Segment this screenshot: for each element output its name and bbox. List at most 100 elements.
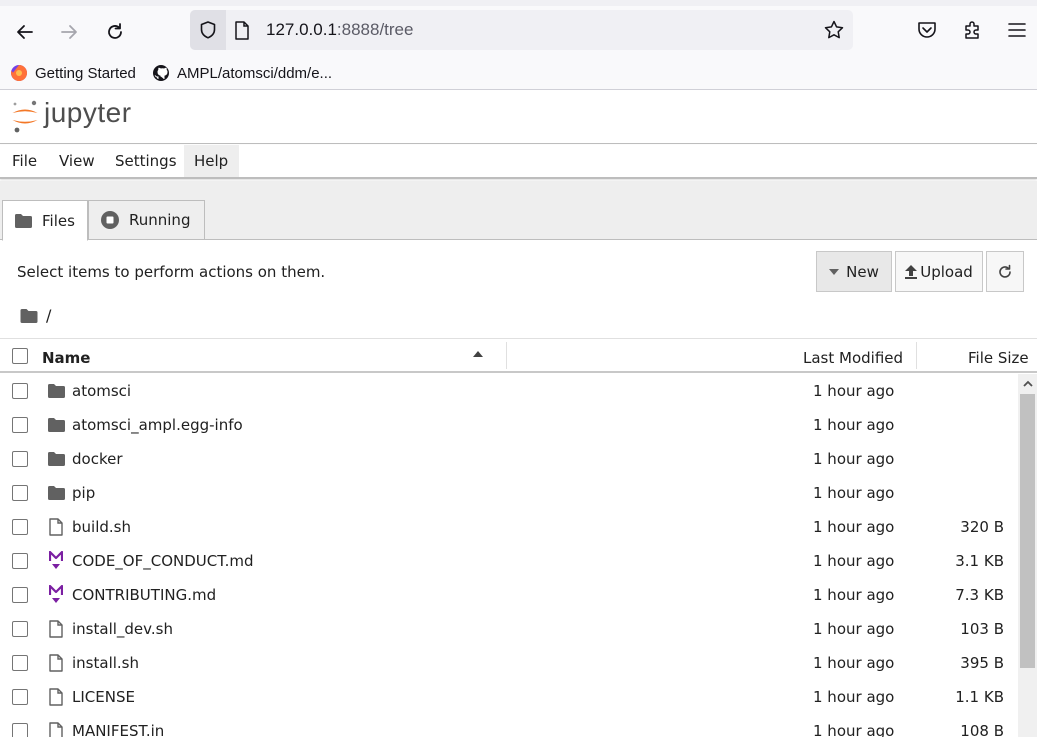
refresh-button[interactable] [986,251,1024,292]
browser-navbar: 127.0.0.1:8888/tree [0,6,1037,58]
file-size: 320 B [960,518,1004,536]
row-checkbox[interactable] [12,621,28,637]
page-icon [235,21,249,40]
file-row[interactable]: install_dev.sh 1 hour ago 103 B [0,612,1018,646]
jupyter-header: jupyter [0,91,1037,144]
tab-label: Running [129,211,191,229]
select-all-checkbox[interactable] [12,348,28,364]
tracking-protection-button[interactable] [190,10,226,50]
reload-button[interactable] [99,18,131,46]
file-size: 108 B [960,722,1004,737]
row-checkbox[interactable] [12,655,28,671]
bookmarks-toolbar: Getting Started AMPL/atomsci/ddm/e... [0,58,1037,90]
row-checkbox[interactable] [12,723,28,737]
file-name[interactable]: build.sh [72,518,131,536]
breadcrumb-root[interactable]: / [46,306,51,325]
address-bar[interactable]: 127.0.0.1:8888/tree [190,10,853,50]
new-dropdown-button[interactable]: New [816,251,892,292]
file-icon [46,517,66,537]
file-name[interactable]: LICENSE [72,688,135,706]
file-name[interactable]: CODE_OF_CONDUCT.md [72,552,254,570]
caret-down-icon [829,268,840,275]
tab-bar: Files Running [0,181,1037,241]
firefox-icon [11,64,28,81]
file-row[interactable]: docker 1 hour ago [0,442,1018,476]
row-checkbox[interactable] [12,417,28,433]
file-name[interactable]: docker [72,450,123,468]
file-name[interactable]: MANIFEST.in [72,722,164,737]
shield-icon [200,21,216,39]
jupyter-wordmark: jupyter [44,97,132,128]
menu-help[interactable]: Help [184,145,239,177]
upload-icon [905,264,918,279]
column-name[interactable]: Name [42,349,90,367]
row-checkbox[interactable] [12,587,28,603]
back-button[interactable] [9,18,41,46]
extensions-icon[interactable] [962,19,984,41]
scroll-up-button[interactable] [1018,374,1037,392]
url-host: 127.0.0.1 [266,20,337,39]
column-file-size[interactable]: File Size [968,349,1029,367]
file-name[interactable]: atomsci_ampl.egg-info [72,416,243,434]
bookmark-label: Getting Started [35,64,136,82]
file-row[interactable]: install.sh 1 hour ago 395 B [0,646,1018,680]
column-divider[interactable] [506,342,507,369]
folder-home-icon[interactable] [20,308,38,323]
file-list-scrollbar[interactable] [1018,374,1037,737]
row-checkbox[interactable] [12,451,28,467]
column-divider[interactable] [916,342,917,369]
forward-button[interactable] [53,18,85,46]
file-name[interactable]: pip [72,484,95,502]
menu-file[interactable]: File [2,145,47,177]
jupyter-logo-icon[interactable] [10,98,40,134]
file-row[interactable]: LICENSE 1 hour ago 1.1 KB [0,680,1018,714]
tab-running[interactable]: Running [88,200,205,240]
file-row[interactable]: CODE_OF_CONDUCT.md 1 hour ago 3.1 KB [0,544,1018,578]
pocket-icon[interactable] [916,19,938,41]
file-modified: 1 hour ago [813,450,895,468]
file-row[interactable]: atomsci_ampl.egg-info 1 hour ago [0,408,1018,442]
row-checkbox[interactable] [12,519,28,535]
file-name[interactable]: install.sh [72,654,139,672]
file-size: 3.1 KB [955,552,1004,570]
file-modified: 1 hour ago [813,586,895,604]
row-checkbox[interactable] [12,689,28,705]
column-last-modified[interactable]: Last Modified [803,349,903,367]
file-icon [46,687,66,707]
reload-icon [108,23,122,39]
file-modified: 1 hour ago [813,688,895,706]
upload-button[interactable]: Upload [895,251,983,292]
bookmark-star-icon[interactable] [823,19,845,41]
file-name[interactable]: atomsci [72,382,131,400]
scrollbar-thumb[interactable] [1020,394,1035,668]
tab-files[interactable]: Files [2,200,88,241]
row-checkbox[interactable] [12,485,28,501]
file-row[interactable]: MANIFEST.in 1 hour ago 108 B [0,714,1018,737]
row-checkbox[interactable] [12,553,28,569]
file-modified: 1 hour ago [813,552,895,570]
hamburger-menu-icon[interactable] [1007,19,1027,41]
sort-ascending-icon[interactable] [473,351,483,357]
file-modified: 1 hour ago [813,484,895,502]
menu-view[interactable]: View [49,145,105,177]
bookmark-ampl-github[interactable]: AMPL/atomsci/ddm/e... [152,64,332,82]
file-row[interactable]: build.sh 1 hour ago 320 B [0,510,1018,544]
folder-icon [15,213,32,228]
file-name[interactable]: CONTRIBUTING.md [72,586,216,604]
file-name[interactable]: install_dev.sh [72,620,173,638]
bookmark-getting-started[interactable]: Getting Started [10,64,136,82]
markdown-icon [46,585,66,605]
file-row[interactable]: atomsci 1 hour ago [0,374,1018,408]
file-modified: 1 hour ago [813,416,895,434]
file-row[interactable]: CONTRIBUTING.md 1 hour ago 7.3 KB [0,578,1018,612]
folder-icon [46,483,66,503]
menu-settings[interactable]: Settings [105,145,187,177]
file-icon [46,619,66,639]
folder-icon [46,449,66,469]
file-modified: 1 hour ago [813,382,895,400]
row-checkbox[interactable] [12,383,28,399]
breadcrumb: / [20,306,51,325]
upload-label: Upload [920,262,973,281]
file-row[interactable]: pip 1 hour ago [0,476,1018,510]
url-text[interactable]: 127.0.0.1:8888/tree [266,20,413,40]
